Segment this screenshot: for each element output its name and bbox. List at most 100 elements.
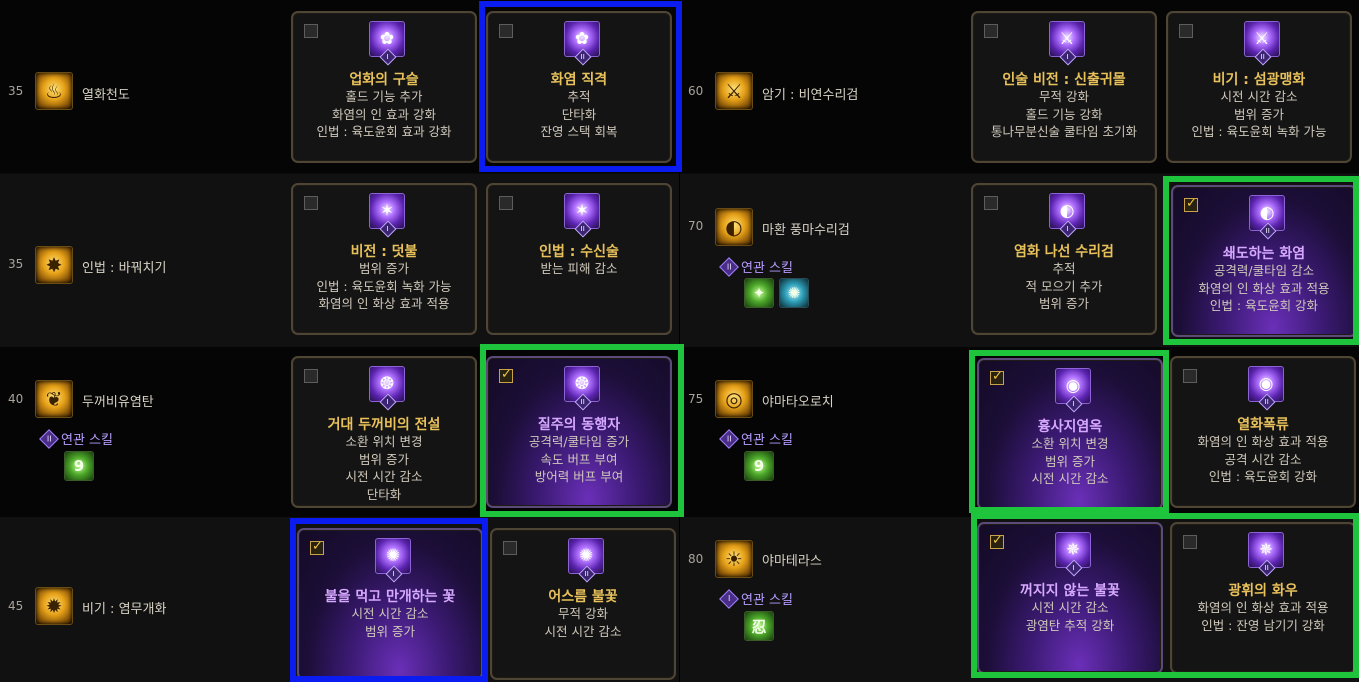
tripod-card-selected[interactable]: ◐II 쇄도하는 화염 공격력/쿨타임 감소화염의 인 화상 효과 적용인법 :… xyxy=(1171,185,1357,337)
serpent-skill-icon[interactable]: ◎ xyxy=(715,380,753,418)
tripod-title: 열화폭류 xyxy=(1237,417,1289,433)
tripod-card[interactable]: ✵ II 광휘의 화우 화염의 인 화상 효과 적용 인법 : 잔영 남기기 강화 xyxy=(1170,522,1356,674)
tripod-card[interactable]: ✶ II 인법 : 수신술 받는 피해 감소 xyxy=(486,183,672,335)
tripod-checkbox[interactable] xyxy=(304,369,318,383)
tripod-card[interactable]: ❂ I 거대 두꺼비의 전설 소환 위치 변경 범위 증가 시전 시간 감소 단타화 xyxy=(291,356,477,508)
related-skill-icon[interactable]: 9 xyxy=(64,451,94,481)
tripod-effects: 받는 피해 감소 xyxy=(540,261,618,276)
tripod-icon: ✿ I xyxy=(369,21,405,66)
related-skill-icons: 忍 xyxy=(744,611,774,641)
tripod-card[interactable]: ✺ II 어스름 불꽃 무적 강화 시전 시간 감소 xyxy=(490,528,676,680)
tripod-card-selected[interactable]: ✺I 불을 먹고 만개하는 꽃 시전 시간 감소범위 증가 xyxy=(297,528,483,680)
tripod-effects: 화염의 인 화상 효과 적용 공격 시간 감소 인법 : 육도윤회 강화 xyxy=(1197,434,1329,484)
related-skill-icon[interactable]: ✦ xyxy=(744,278,774,308)
skill-name: 비기 : 염무개화 xyxy=(82,602,167,617)
skill-name: 암기 : 비연수리검 xyxy=(762,88,859,103)
sun-skill-icon[interactable]: ☀ xyxy=(715,540,753,578)
skill-info: 70 ◐ 마환 풍마수리검 II 연관 스킬 ✦ ✺ xyxy=(680,174,968,347)
skill-name: 마환 풍마수리검 xyxy=(762,223,850,238)
tripod-checkbox[interactable] xyxy=(304,24,318,38)
tripod-title: 비기 : 섬광맹화 xyxy=(1212,72,1306,88)
tripod-checkbox[interactable] xyxy=(1183,369,1197,383)
tripod-card-selected[interactable]: ❂II 질주의 동행자 공격력/쿨타임 증가속도 버프 부여방어력 버프 부여 xyxy=(486,356,672,508)
tripod-checkbox[interactable] xyxy=(1183,535,1197,549)
skill-row: 35 ♨ 열화천도 ✿ I 업화의 구슬 홀드 기능 추가 화염의 인 효과 강화 인… xyxy=(0,0,679,173)
tripod-effects: 무적 강화 시전 시간 감소 xyxy=(544,606,622,639)
tripod-icon: ◉ II xyxy=(1248,366,1284,411)
tripod-title: 꺼지지 않는 불꽃 xyxy=(1020,583,1120,599)
related-skill-icons: ✦ ✺ xyxy=(744,278,809,308)
tripod-icon: ❂ I xyxy=(369,366,405,411)
tripod-title: 어스름 불꽃 xyxy=(548,589,618,605)
rank-diamond-icon: II xyxy=(39,428,59,449)
skill-level: 40 xyxy=(8,392,24,406)
tripod-card-selected[interactable]: ✵I 꺼지지 않는 불꽃 시전 시간 감소광염탄 추적 강화 xyxy=(977,522,1163,674)
rank-diamond-icon: I xyxy=(719,588,739,609)
tripod-icon: ❂ II xyxy=(564,366,600,411)
tripod-effects: 공격력/쿨타임 감소 화염의 인 화상 효과 적용 인법 : 육도윤회 강화 xyxy=(1198,263,1330,313)
swap-skill-icon[interactable]: ✸ xyxy=(35,246,73,284)
tripod-icon: ✵ I xyxy=(1055,532,1091,577)
skill-name: 야마타오로치 xyxy=(762,395,834,410)
tripod-icon: ✺ II xyxy=(568,538,604,583)
tripod-card[interactable]: ⚔ I 인술 비전 : 신출귀몰 무적 강화 홀드 기능 강화 통나무분신술 쿨타임 … xyxy=(971,11,1157,163)
tripod-checkbox-checked[interactable] xyxy=(990,369,1004,385)
tripod-checkbox[interactable] xyxy=(499,196,513,210)
related-skill-icon[interactable]: 9 xyxy=(744,451,774,481)
related-skills: II 연관 스킬 xyxy=(39,428,113,449)
tripod-title: 염화 나선 수리검 xyxy=(1014,244,1114,260)
tripod-effects: 무적 강화 홀드 기능 강화 통나무분신술 쿨타임 초기화 xyxy=(991,89,1137,139)
tripod-icon: ✶ II xyxy=(564,193,600,238)
tripod-card-selected[interactable]: ◉I 흉사지염옥 소환 위치 변경범위 증가시전 시간 감소 xyxy=(977,358,1163,510)
skill-info: 35 ✸ 인법 : 바꿔치기 xyxy=(0,174,288,347)
tripod-icon: ✶ I xyxy=(369,193,405,238)
skill-row: 70 ◐ 마환 풍마수리검 II 연관 스킬 ✦ ✺ ◐ I 염화 나선 수리검 … xyxy=(680,174,1359,347)
tripod-card[interactable]: ✶ I 비전 : 덧불 범위 증가 인법 : 육도윤회 녹화 가능 화염의 인 화상 … xyxy=(291,183,477,335)
tripod-icon: ✵ II xyxy=(1248,532,1284,577)
rank-diamond-icon: II xyxy=(719,428,739,449)
tripod-checkbox[interactable] xyxy=(984,196,998,210)
tripod-checkbox[interactable] xyxy=(1179,24,1193,38)
toad-skill-icon[interactable]: ❦ xyxy=(35,380,73,418)
tripod-checkbox[interactable] xyxy=(304,196,318,210)
related-skills: II 연관 스킬 xyxy=(719,256,793,277)
tripod-effects: 소환 위치 변경 범위 증가 시전 시간 감소 단타화 xyxy=(345,434,423,502)
tripod-icon: ◐ I xyxy=(1049,193,1085,238)
related-skills-label: 연관 스킬 xyxy=(61,433,113,448)
tripod-checkbox-checked[interactable] xyxy=(499,367,513,383)
skill-info: 80 ☀ 야마테라스 I 연관 스킬 忍 xyxy=(680,517,968,682)
tripod-title: 비전 : 덧불 xyxy=(350,244,418,260)
tripod-checkbox[interactable] xyxy=(984,24,998,38)
tripod-effects: 화염의 인 화상 효과 적용 인법 : 잔영 남기기 강화 xyxy=(1197,600,1329,633)
tripod-checkbox[interactable] xyxy=(499,24,513,38)
related-skill-icon[interactable]: ✺ xyxy=(779,278,809,308)
related-skill-icons: 9 xyxy=(744,451,774,481)
tripod-card[interactable]: ◐ I 염화 나선 수리검 추적 적 모으기 추가 범위 증가 xyxy=(971,183,1157,335)
related-skills-label: 연관 스킬 xyxy=(741,593,793,608)
skill-level: 80 xyxy=(688,552,704,566)
tripod-checkbox-checked[interactable] xyxy=(310,539,324,555)
tripod-title: 업화의 구슬 xyxy=(349,72,419,88)
tripod-checkbox-checked[interactable] xyxy=(1184,196,1198,212)
related-skill-icon[interactable]: 忍 xyxy=(744,611,774,641)
tripod-card[interactable]: ✿ II 화염 직격 추적 단타화 잔영 스택 회복 xyxy=(486,11,672,163)
tripod-card[interactable]: ◉ II 열화폭류 화염의 인 화상 효과 적용 공격 시간 감소 인법 : 육도윤회… xyxy=(1170,356,1356,508)
bloom-skill-icon[interactable]: ✹ xyxy=(35,587,73,625)
tripod-title: 쇄도하는 화염 xyxy=(1222,246,1306,262)
tripod-icon: ✺ I xyxy=(375,538,411,583)
tripod-title: 광휘의 화우 xyxy=(1228,583,1298,599)
tripod-title: 인술 비전 : 신출귀몰 xyxy=(1002,72,1126,88)
skill-level: 75 xyxy=(688,392,704,406)
tripod-title: 불을 먹고 만개하는 꽃 xyxy=(324,589,456,605)
shuriken-skill-icon[interactable]: ⚔ xyxy=(715,72,753,110)
skill-level: 35 xyxy=(8,84,24,98)
skill-name: 두꺼비유염탄 xyxy=(82,395,154,410)
tripod-card[interactable]: ⚔ II 비기 : 섬광맹화 시전 시간 감소 범위 증가 인법 : 육도윤회 녹화 … xyxy=(1166,11,1352,163)
tripod-checkbox-checked[interactable] xyxy=(990,533,1004,549)
tripod-card[interactable]: ✿ I 업화의 구슬 홀드 기능 추가 화염의 인 효과 강화 인법 : 육도윤회 효… xyxy=(291,11,477,163)
tripod-checkbox[interactable] xyxy=(503,541,517,555)
fire-skill-icon[interactable]: ♨ xyxy=(35,72,73,110)
skill-level: 35 xyxy=(8,257,24,271)
wind-shuriken-skill-icon[interactable]: ◐ xyxy=(715,208,753,246)
tripod-effects: 홀드 기능 추가 화염의 인 효과 강화 인법 : 육도윤회 효과 강화 xyxy=(316,89,452,139)
